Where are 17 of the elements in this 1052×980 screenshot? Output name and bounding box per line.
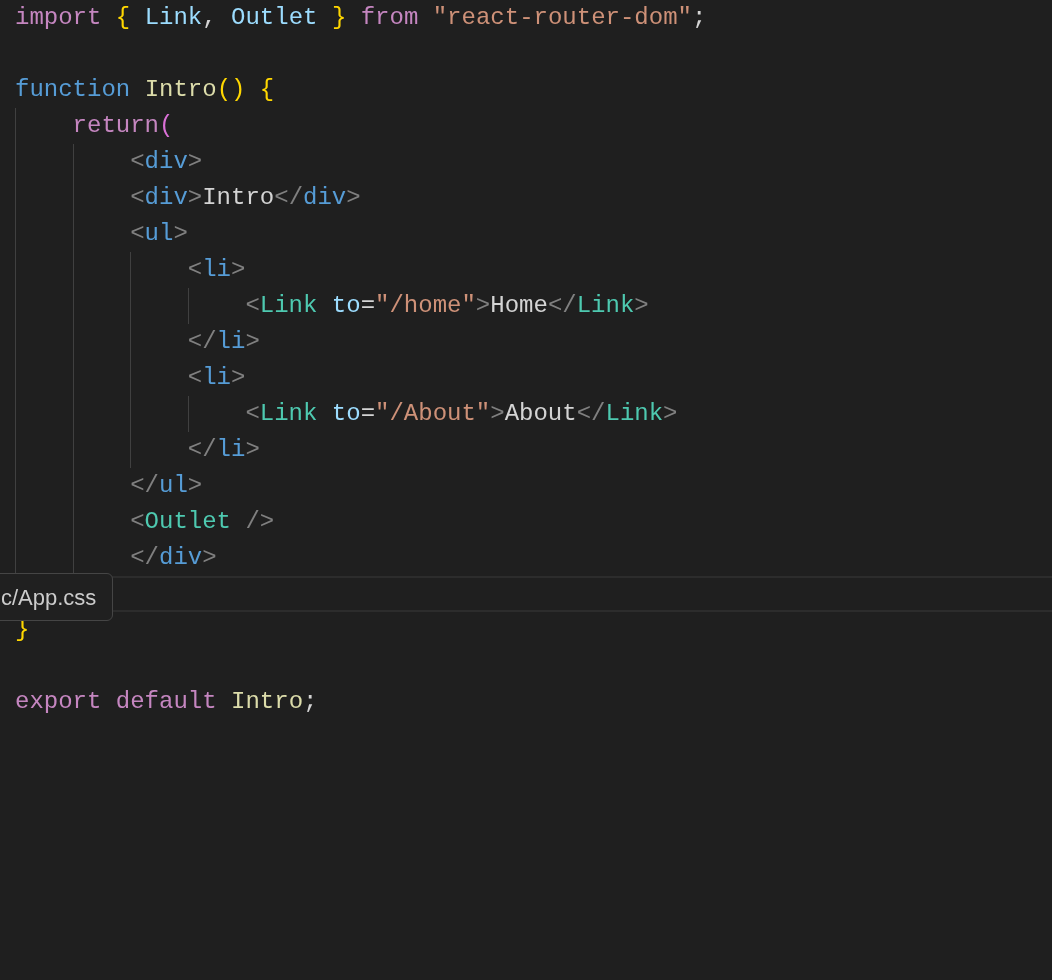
code-line: <ul>: [130, 219, 188, 249]
code-line: </li>: [187, 435, 260, 465]
code-line: <Outlet />: [130, 507, 275, 537]
tooltip: c/App.css: [0, 573, 114, 621]
code-line: import { Link, Outlet } from "react-router-dom";: [15, 3, 707, 33]
code-line: <li>: [187, 255, 246, 285]
code-line: <li>: [187, 363, 246, 393]
code-line: <div>: [130, 147, 203, 177]
code-line: <div>Intro</div>: [130, 183, 361, 213]
code-line: </li>: [187, 327, 260, 357]
code-line: return(: [72, 111, 174, 141]
code-line: function Intro() {: [15, 75, 275, 105]
code-line: </div>: [130, 543, 217, 573]
code-line: <Link to="/home">Home</Link>: [245, 291, 649, 321]
code-line: <Link to="/About">About</Link>: [245, 399, 678, 429]
code-line: export default Intro;: [15, 687, 318, 717]
code-line: </ul>: [130, 471, 203, 501]
